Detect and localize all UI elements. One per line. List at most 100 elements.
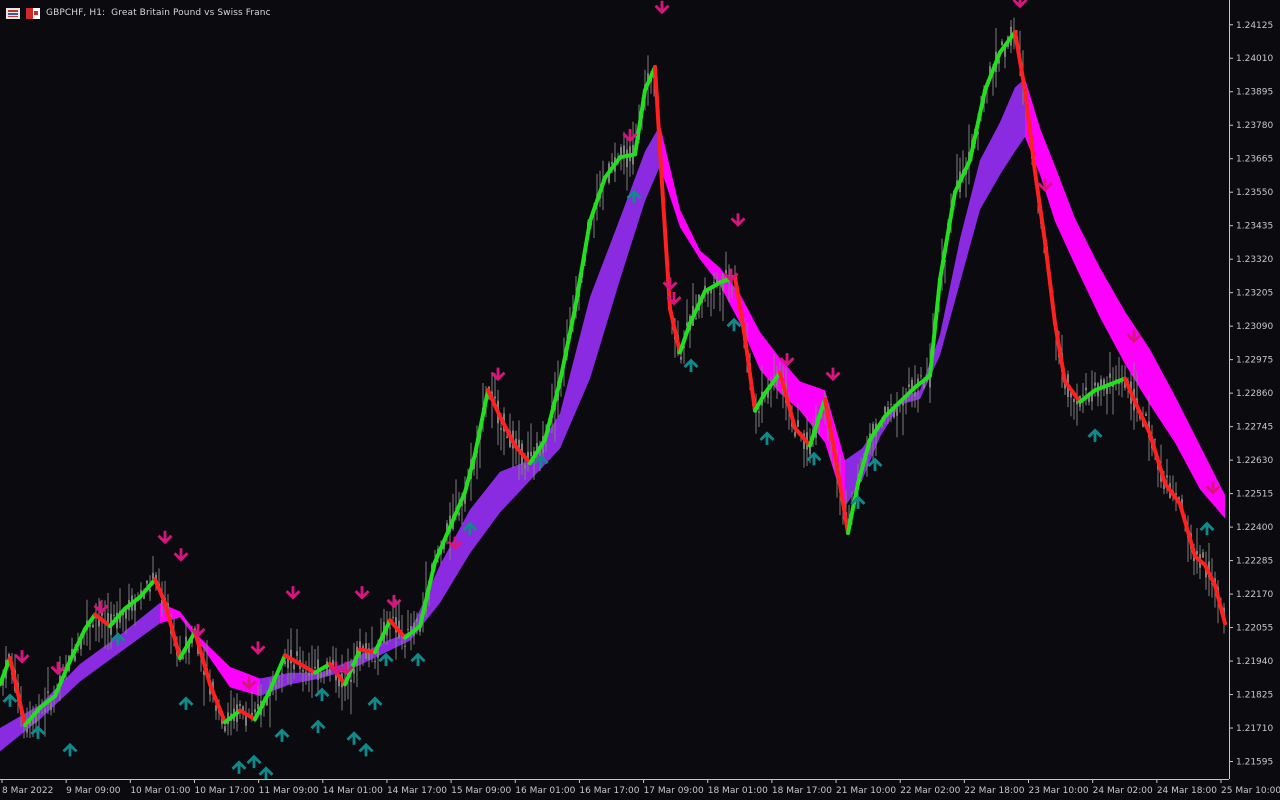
x-tick-label: 10 Mar 01:00 xyxy=(130,786,190,796)
candle-body xyxy=(350,679,352,682)
x-tick-label: 9 Mar 09:00 xyxy=(66,786,121,796)
candle-body xyxy=(731,287,733,289)
x-tick-label: 25 Mar 10:00 xyxy=(1221,786,1280,796)
candle-body xyxy=(890,403,892,405)
candle-body xyxy=(1073,398,1075,403)
candle-body xyxy=(1085,387,1087,391)
candle-body xyxy=(47,691,49,694)
y-tick-label: 1.22055 xyxy=(1236,624,1273,634)
y-tick-label: 1.21825 xyxy=(1236,691,1273,701)
candle-body xyxy=(911,379,913,388)
candle-body xyxy=(275,684,277,688)
x-tick-label: 11 Mar 09:00 xyxy=(259,786,319,796)
y-tick-label: 1.22630 xyxy=(1236,456,1273,466)
y-tick-label: 1.23550 xyxy=(1236,188,1273,198)
x-tick-label: 14 Mar 01:00 xyxy=(323,786,383,796)
price-chart[interactable]: 1.24125 1.24010 1.23895 1.23780 1.23665 1.235… xyxy=(0,0,1280,800)
y-tick-label: 1.24125 xyxy=(1236,21,1273,31)
candle-body xyxy=(389,627,391,629)
y-tick-label: 1.23435 xyxy=(1236,222,1273,232)
candle-body xyxy=(50,703,52,711)
candle-body xyxy=(302,670,304,672)
candle-body xyxy=(281,673,283,675)
y-tick-label: 1.22745 xyxy=(1236,423,1273,433)
y-tick-label: 1.21595 xyxy=(1236,758,1273,768)
candle-body xyxy=(1166,475,1168,478)
candle-body xyxy=(680,356,682,360)
candle-body xyxy=(1145,413,1147,416)
candle-body xyxy=(1121,382,1123,384)
candle-body xyxy=(1202,552,1204,558)
x-tick-label: 15 Mar 09:00 xyxy=(451,786,511,796)
x-tick-label: 21 Mar 10:00 xyxy=(836,786,896,796)
candle-body xyxy=(719,293,721,295)
y-tick-label: 1.22170 xyxy=(1236,590,1273,600)
candle-body xyxy=(920,375,922,377)
chart-title-bar: GBPCHF, H1: Great Britain Pound vs Swiss… xyxy=(6,6,271,20)
x-tick-label: 18 Mar 17:00 xyxy=(772,786,832,796)
candle-body xyxy=(44,709,46,713)
candle-body xyxy=(293,664,295,670)
candle-body xyxy=(296,651,298,656)
candle-body xyxy=(404,645,406,647)
candle-body xyxy=(323,675,325,677)
y-tick-label: 1.23895 xyxy=(1236,88,1273,98)
candle-body xyxy=(884,406,886,414)
candle-body xyxy=(623,145,625,154)
candle-body xyxy=(524,464,526,469)
y-tick-label: 1.22515 xyxy=(1236,490,1273,500)
candle-body xyxy=(320,672,322,678)
y-tick-label: 1.23205 xyxy=(1236,289,1273,299)
candle-body xyxy=(278,680,280,682)
candle-body xyxy=(458,512,460,516)
candle-body xyxy=(1082,394,1084,396)
candle-body xyxy=(392,616,394,618)
x-tick-label: 23 Mar 10:00 xyxy=(1029,786,1089,796)
x-tick-label: 22 Mar 18:00 xyxy=(964,786,1024,796)
candle-body xyxy=(797,420,799,427)
candle-body xyxy=(245,715,247,726)
candle-body xyxy=(626,149,628,168)
x-tick-label: 14 Mar 17:00 xyxy=(387,786,447,796)
x-tick-label: 17 Mar 09:00 xyxy=(644,786,704,796)
candle-body xyxy=(545,445,547,447)
x-tick-label: 16 Mar 17:00 xyxy=(579,786,639,796)
candle-body xyxy=(1154,439,1156,441)
candle-body xyxy=(695,317,697,319)
x-tick-label: 18 Mar 01:00 xyxy=(708,786,768,796)
candle-body xyxy=(305,671,307,673)
candle-body xyxy=(152,572,154,579)
candle-body xyxy=(494,396,496,399)
candle-body xyxy=(146,580,148,584)
candle-body xyxy=(125,610,127,619)
candle-body xyxy=(908,384,910,387)
candle-body xyxy=(1094,382,1096,386)
candle-body xyxy=(713,281,715,283)
candle-body xyxy=(914,392,916,397)
candle-body xyxy=(374,661,376,663)
y-tick-label: 1.21710 xyxy=(1236,724,1273,734)
candle-body xyxy=(416,618,418,622)
candle-body xyxy=(530,451,532,456)
y-tick-label: 1.24010 xyxy=(1236,54,1273,64)
candle-body xyxy=(26,726,28,733)
y-tick-label: 1.23780 xyxy=(1236,121,1273,131)
price-axis-background xyxy=(1229,0,1280,800)
candle-body xyxy=(92,624,94,628)
y-tick-label: 1.23090 xyxy=(1236,322,1273,332)
candle-body xyxy=(308,672,310,676)
candle-body xyxy=(149,588,151,592)
y-tick-label: 1.22975 xyxy=(1236,356,1273,366)
candle-body xyxy=(239,704,241,707)
indicator-list-icon[interactable] xyxy=(6,7,20,19)
candle-body xyxy=(1001,41,1003,46)
candle-body xyxy=(224,726,226,732)
candle-body xyxy=(794,432,796,437)
chart-window-icon[interactable] xyxy=(26,7,40,19)
candle-body xyxy=(314,666,316,669)
y-tick-label: 1.23665 xyxy=(1236,155,1273,165)
x-tick-label: 8 Mar 2022 xyxy=(2,786,53,796)
x-tick-label: 24 Mar 18:00 xyxy=(1157,786,1217,796)
y-tick-label: 1.22860 xyxy=(1236,389,1273,399)
candle-body xyxy=(896,407,898,416)
